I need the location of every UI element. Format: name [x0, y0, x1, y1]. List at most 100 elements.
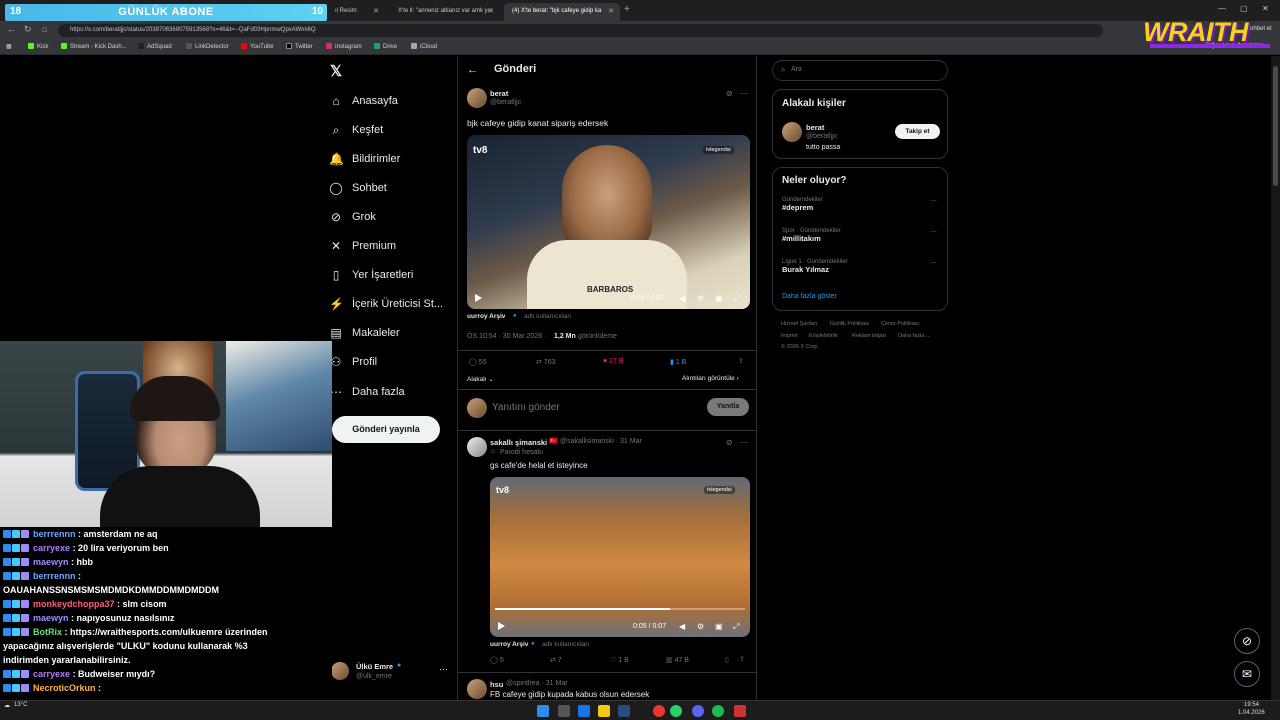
like-stat[interactable]: ♥ 27 B	[603, 358, 624, 365]
more-icon[interactable]: ⋯	[740, 438, 748, 447]
play-icon[interactable]	[498, 622, 505, 630]
nav-item[interactable]: ⊘ Grok	[329, 206, 376, 228]
person-name[interactable]: berat	[806, 123, 824, 132]
grok-icon[interactable]: ⊘	[726, 89, 733, 98]
spotify-icon[interactable]	[712, 705, 724, 717]
nav-item[interactable]: ◯ Sohbet	[329, 177, 387, 199]
nav-item[interactable]: ⚡ İçerik Üreticisi St...	[329, 293, 443, 315]
bookmark-icon[interactable]: ▯	[725, 656, 729, 664]
steam-icon[interactable]	[618, 705, 630, 717]
avatar[interactable]	[467, 437, 487, 457]
relevance-sort[interactable]: Alakalı ⌄	[467, 375, 494, 383]
home-browser-icon[interactable]: ⌂	[42, 24, 47, 34]
tweet-timestamp[interactable]: ÖS 10:54 · 30 Mar 2026 ·	[467, 333, 546, 340]
window-close-icon[interactable]: ✕	[1262, 4, 1269, 13]
nav-item[interactable]: 🔔 Bildirimler	[329, 148, 400, 170]
back-icon[interactable]: ←	[7, 24, 16, 34]
grok-float-icon[interactable]: ⊘	[1234, 628, 1260, 654]
footer-link[interactable]: Reklam bilgisi	[852, 333, 886, 339]
share-icon[interactable]: ⇪	[738, 357, 744, 365]
video-source-name[interactable]: uurroy Arşiv	[490, 641, 528, 648]
footer-link[interactable]: Hizmet Şartları	[781, 321, 817, 327]
chat-username[interactable]: maewyn	[33, 557, 69, 567]
reply-stat[interactable]: ◯ 5	[490, 656, 504, 664]
bookmark-stat[interactable]: ▮ 1 B	[670, 358, 686, 366]
nav-item[interactable]: ✕ Premium	[329, 235, 396, 257]
browser-tab-2[interactable]: X'te ll: "anneniz ablanız var amk yu ✕	[390, 3, 500, 21]
chat-username[interactable]: berrrennn	[33, 529, 76, 539]
share-icon[interactable]: ⇪	[739, 655, 745, 663]
more-icon[interactable]: ⋯	[930, 197, 937, 205]
avatar[interactable]	[467, 679, 487, 699]
close-icon[interactable]: ✕	[488, 7, 494, 15]
footer-link[interactable]: Daha fazla ...	[898, 333, 930, 339]
avatar[interactable]	[467, 88, 487, 108]
search-box[interactable]: ⌕ Ara	[772, 60, 948, 81]
chat-username[interactable]: BotRix	[33, 627, 62, 637]
post-button[interactable]: Gönderi yayınla	[332, 416, 440, 443]
reply-author-handle[interactable]: @sakallisimanski · 31 Mar	[560, 438, 642, 445]
footer-link[interactable]: Gizlilik Politikası	[830, 321, 869, 327]
chat-username[interactable]: berrrennn	[33, 571, 76, 581]
like-stat[interactable]: ♡ 1 B	[610, 656, 629, 664]
fullscreen-icon[interactable]: ⤢	[733, 622, 739, 632]
retweet-stat[interactable]: ⇄ 7	[550, 656, 562, 664]
show-more-link[interactable]: Daha fazla göster	[782, 293, 837, 300]
chat-username[interactable]: carryexe	[33, 543, 70, 553]
browser-tab-3[interactable]: (4) X'te berat: "bjk cafeye gidip ka ✕	[504, 3, 620, 21]
nav-item[interactable]: ▤ Makaleler	[329, 322, 399, 344]
clock-time[interactable]: 19:54	[1244, 702, 1259, 708]
video-source-name[interactable]: uurroy Arşiv	[467, 313, 505, 320]
chrome-icon[interactable]	[653, 705, 665, 717]
tweet-author-handle[interactable]: @beratljjc	[490, 99, 521, 106]
fullscreen-icon[interactable]: ⤢	[734, 294, 740, 304]
bookmark-kick-dashboard[interactable]: Stream - Kick Dash...	[61, 43, 127, 50]
person-handle[interactable]: @beratljjc	[806, 133, 837, 140]
footer-link[interactable]: Çerez Politikası	[881, 321, 919, 327]
avatar[interactable]	[782, 122, 802, 142]
bookmark-drive[interactable]: Drive	[374, 43, 397, 50]
weather-temp[interactable]: 13°C	[14, 702, 27, 708]
chat-username[interactable]: NecroticOrkun	[33, 683, 96, 693]
bookmark-kick[interactable]: Kick	[28, 43, 48, 50]
chat-username[interactable]: monkeydchoppa37	[33, 599, 115, 609]
whatsapp-icon[interactable]	[670, 705, 682, 717]
grok-icon[interactable]: ⊘	[726, 438, 733, 447]
reply-button[interactable]: Yanıtla	[707, 398, 749, 416]
maximize-icon[interactable]: ▢	[1240, 4, 1248, 13]
bookmark-icloud[interactable]: iCloud	[411, 43, 437, 50]
tweet-video[interactable]: BARBAROS tv8 tvlegendsi 0:00 / 0:07 ◀ ⚙ …	[467, 135, 750, 309]
nav-item[interactable]: ⚇ Profil	[329, 351, 377, 373]
start-icon[interactable]	[537, 705, 549, 717]
volume-icon[interactable]: ◀	[679, 622, 685, 631]
settings-icon[interactable]: ⚙	[697, 622, 704, 631]
bookmark-linkdetector[interactable]: LinkDetector	[186, 43, 229, 50]
footer-link[interactable]: Imprint	[781, 333, 798, 339]
chat-username[interactable]: carryexe	[33, 669, 70, 679]
bookmark-instagram[interactable]: Instagram	[326, 43, 362, 50]
url-field[interactable]: https://x.com/beratljjc/status/203870636…	[58, 24, 1103, 37]
obs-icon[interactable]	[734, 705, 746, 717]
retweet-stat[interactable]: ⇄ 763	[536, 358, 556, 366]
view-quotes-link[interactable]: Alıntıları görüntüle ›	[682, 375, 739, 382]
explorer-icon[interactable]	[598, 705, 610, 717]
search-taskbar-icon[interactable]	[558, 705, 570, 717]
browser-tab-1[interactable]: ıl Resim ✕	[327, 3, 385, 21]
messages-float-icon[interactable]: ✉	[1234, 661, 1260, 687]
footer-link[interactable]: Erişilebilirlik	[809, 333, 838, 339]
account-switcher[interactable]: Ülkü Emre ● @ulk_emre ⋯	[331, 659, 457, 685]
more-icon[interactable]: ⋯	[439, 664, 448, 675]
nav-item[interactable]: ▯ Yer İşaretleri	[329, 264, 414, 286]
trend-item[interactable]: Ligue 1 · Gündemdekiler Burak Yılmaz ⋯	[782, 259, 942, 274]
pip-icon[interactable]: ▣	[715, 622, 723, 631]
video-progress-track[interactable]	[495, 608, 745, 610]
reply-author-name[interactable]: hsu	[490, 680, 503, 689]
reply-video[interactable]: tv8 tvlegendsi 0:05 / 0:07 ◀ ⚙ ▣ ⤢	[490, 477, 750, 637]
nav-item[interactable]: ⌕ Keşfet	[329, 119, 384, 141]
discord-icon[interactable]	[692, 705, 704, 717]
scroll-thumb[interactable]	[1273, 66, 1278, 186]
edge-icon[interactable]	[578, 705, 590, 717]
bookmark-adsquad[interactable]: AdSquad	[138, 43, 172, 50]
reply-input[interactable]: Yanıtını gönder	[492, 402, 560, 413]
minimize-icon[interactable]: —	[1218, 4, 1226, 13]
